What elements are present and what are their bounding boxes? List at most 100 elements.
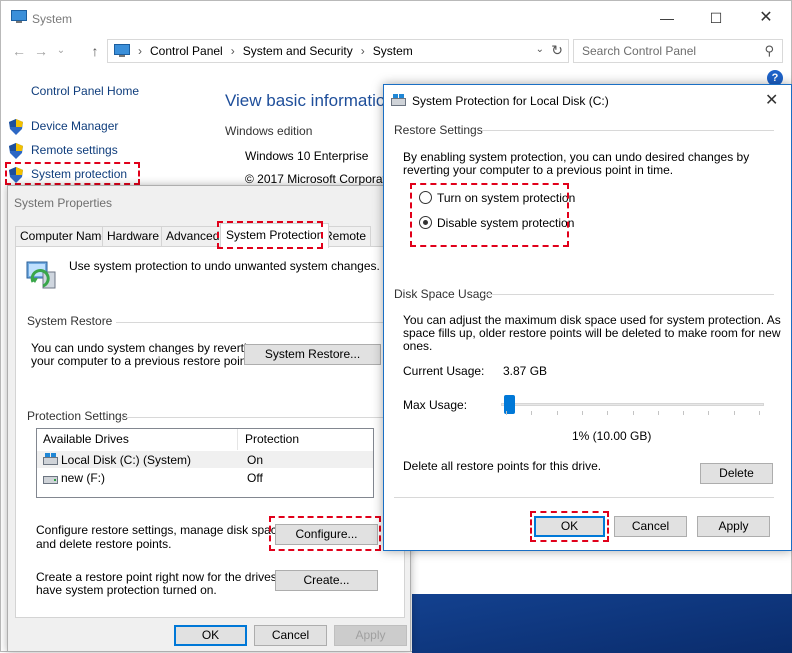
search-input[interactable]: Search Control Panel ⚲ <box>573 39 783 63</box>
intro-text: Use system protection to undo unwanted s… <box>69 259 380 273</box>
navigation-bar: ← → ⌄ ↑ › Control Panel › System and Sec… <box>9 39 792 63</box>
control-panel-icon <box>114 44 130 57</box>
close-button[interactable]: ✕ <box>751 9 781 27</box>
slider-tick <box>683 411 684 415</box>
available-drives-list[interactable]: Available Drives Protection Local Disk (… <box>36 428 374 498</box>
cancel-button[interactable]: Cancel <box>254 625 327 646</box>
slider-tick <box>633 411 634 415</box>
current-usage-value: 3.87 GB <box>503 364 548 378</box>
system-protection-icon <box>25 256 59 293</box>
system-properties-dialog: System Properties Computer Name Hardware… <box>7 185 411 652</box>
table-row[interactable]: new (F:) Off <box>37 469 373 486</box>
create-text-line-1: Create a restore point right now for the… <box>36 570 301 584</box>
protection-settings-group-label: Protection Settings <box>27 409 128 423</box>
divider <box>481 130 774 131</box>
slider-tick <box>506 411 507 415</box>
divider <box>484 294 774 295</box>
configure-text-line-1: Configure restore settings, manage disk … <box>36 523 287 537</box>
drive-name: new (F:) <box>61 471 106 485</box>
page-heading: View basic information <box>225 91 395 110</box>
restore-settings-label: Restore Settings <box>394 123 483 137</box>
system-drive-icon <box>43 453 58 468</box>
tab-advanced[interactable]: Advanced <box>161 226 225 246</box>
search-placeholder: Search Control Panel <box>582 44 697 58</box>
system-restore-group-label: System Restore <box>27 314 113 328</box>
cancel-button[interactable]: Cancel <box>614 516 687 537</box>
sidebar-item-device-manager[interactable]: Device Manager <box>9 119 118 135</box>
highlight-radio-options <box>410 183 569 247</box>
configure-text-line-2: and delete restore points. <box>36 537 172 551</box>
remote-settings-label: Remote settings <box>31 143 118 158</box>
max-usage-slider[interactable] <box>501 395 764 417</box>
sidebar-item-remote-settings[interactable]: Remote settings <box>9 143 118 159</box>
restore-text-line-2: your computer to a previous restore poin… <box>31 354 254 368</box>
column-protection[interactable]: Protection <box>239 429 373 450</box>
column-available-drives[interactable]: Available Drives <box>37 429 238 450</box>
system-protection-dialog: System Protection for Local Disk (C:) ✕ … <box>383 84 792 551</box>
slider-track <box>501 403 764 406</box>
highlight-ok-button <box>530 511 609 542</box>
restore-desc-line-2: reverting your computer to a previous po… <box>403 163 674 177</box>
delete-button[interactable]: Delete <box>700 463 773 484</box>
recent-chevron-icon[interactable]: ⌄ <box>51 41 71 61</box>
breadcrumb-system[interactable]: System <box>373 44 413 58</box>
highlight-configure <box>269 516 381 551</box>
windows-edition-label: Windows edition <box>225 124 313 138</box>
control-panel-home-link[interactable]: Control Panel Home <box>31 84 139 98</box>
address-dropdown-icon[interactable]: ⌄ <box>536 44 544 55</box>
apply-button[interactable]: Apply <box>697 516 770 537</box>
ok-button[interactable]: OK <box>174 625 247 646</box>
highlight-system-protection <box>5 162 140 185</box>
slider-tick <box>658 411 659 415</box>
create-button[interactable]: Create... <box>275 570 378 591</box>
restore-text-line-1: You can undo system changes by reverting <box>31 341 261 355</box>
breadcrumb-control-panel[interactable]: Control Panel <box>150 44 223 58</box>
maximize-button[interactable]: ☐ <box>701 9 731 27</box>
up-arrow-icon[interactable]: ↑ <box>85 41 105 61</box>
drive-protection: On <box>247 453 264 467</box>
usage-desc-line-3: ones. <box>403 339 433 353</box>
table-row[interactable]: Local Disk (C:) (System) On <box>37 451 373 468</box>
drive-icon <box>43 473 58 487</box>
address-bar[interactable]: › Control Panel › System and Security › … <box>107 39 569 63</box>
system-properties-title: System Properties <box>14 196 113 210</box>
current-usage-label: Current Usage: <box>403 364 485 378</box>
slider-tick <box>607 411 608 415</box>
slider-tick <box>759 411 760 415</box>
highlight-system-protection-tab <box>217 221 323 249</box>
max-usage-label: Max Usage: <box>403 398 468 412</box>
close-icon[interactable]: ✕ <box>765 90 778 110</box>
slider-tick <box>582 411 583 415</box>
search-icon[interactable]: ⚲ <box>764 40 774 62</box>
delete-text: Delete all restore points for this drive… <box>403 459 602 473</box>
window-title: System <box>32 12 73 26</box>
tab-computer-name[interactable]: Computer Name <box>15 226 114 246</box>
forward-arrow-icon[interactable]: → <box>31 41 51 61</box>
back-arrow-icon[interactable]: ← <box>9 41 29 61</box>
dialog-title: System Protection for Local Disk (C:) <box>412 94 609 108</box>
minimize-button[interactable]: — <box>652 9 682 27</box>
system-titlebar: System — ☐ ✕ <box>1 1 791 35</box>
slider-tick <box>557 411 558 415</box>
disk-space-usage-label: Disk Space Usage <box>394 287 493 301</box>
refresh-icon[interactable]: ↻ <box>551 42 563 59</box>
system-restore-button[interactable]: System Restore... <box>244 344 381 365</box>
shield-icon <box>9 143 23 159</box>
drive-icon <box>391 94 406 109</box>
max-usage-value: 1% (10.00 GB) <box>572 429 652 443</box>
breadcrumb-chevron-icon: › <box>138 44 142 58</box>
breadcrumb-chevron-icon: › <box>230 44 235 58</box>
divider <box>394 497 774 498</box>
usage-desc-line-1: You can adjust the maximum disk space us… <box>403 313 781 327</box>
tab-hardware[interactable]: Hardware <box>102 226 165 246</box>
divider <box>116 322 396 323</box>
divider <box>121 417 396 418</box>
apply-button[interactable]: Apply <box>334 625 407 646</box>
copyright-text: © 2017 Microsoft Corporat <box>245 172 386 186</box>
breadcrumb-chevron-icon: › <box>360 44 365 58</box>
slider-tick <box>734 411 735 415</box>
breadcrumb-system-security[interactable]: System and Security <box>243 44 353 58</box>
drive-protection: Off <box>247 471 263 485</box>
windows-edition-value: Windows 10 Enterprise <box>245 149 369 163</box>
restore-desc-line-1: By enabling system protection, you can u… <box>403 150 750 164</box>
